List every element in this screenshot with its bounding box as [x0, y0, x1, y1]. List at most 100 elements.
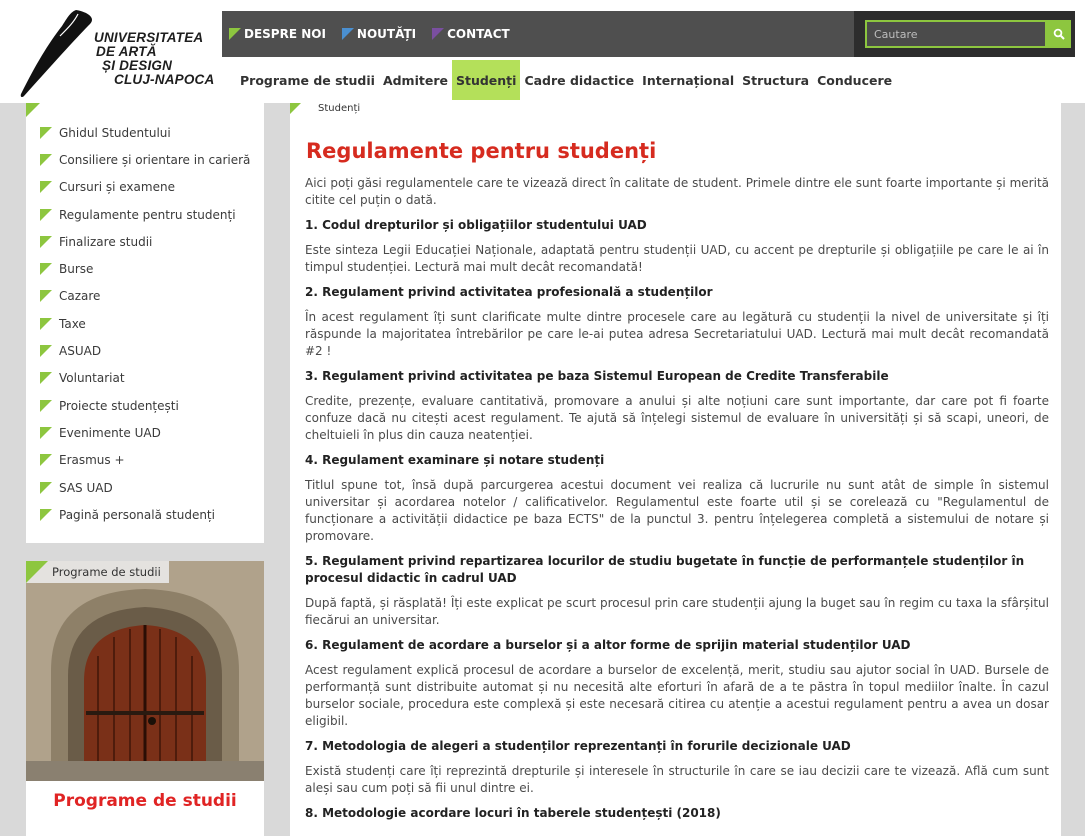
nav-structura[interactable]: Structura	[738, 60, 813, 100]
flag-icon	[40, 426, 52, 439]
section-text: În acest regulament îți sunt clarificate…	[305, 310, 1049, 358]
sidebar-item-label: Cazare	[59, 289, 101, 304]
sidebar-item-label: Finalizare studii	[59, 234, 153, 249]
logo-line: DE ARTĂ	[96, 44, 157, 59]
sidebar-item-label: Evenimente UAD	[59, 425, 161, 440]
sidebar-item-label: Erasmus +	[59, 453, 125, 468]
sidebar-item-proiecte[interactable]: Proiecte studențești	[40, 392, 250, 419]
sidebar-item-label: ASUAD	[59, 344, 102, 359]
search-area	[854, 11, 1075, 57]
site-header: UNIVERSITATEA DE ARTĂ ȘI DESIGN CLUJ-NAP…	[0, 0, 1085, 103]
flag-icon	[40, 399, 52, 412]
sidebar-item-taxe[interactable]: Taxe	[40, 310, 250, 337]
nav-programe-de-studii[interactable]: Programe de studii	[236, 60, 379, 100]
section-text: După faptă, și răsplată! Îți este explic…	[305, 596, 1049, 627]
flag-icon	[40, 153, 52, 166]
sidebar-item-label: Cursuri și examene	[59, 180, 175, 195]
sidebar-item-label: Ghidul Studentului	[59, 125, 171, 140]
flag-icon	[40, 208, 52, 221]
corner-flag-icon	[290, 103, 301, 114]
logo-line: UNIVERSITATEA	[94, 30, 204, 45]
section-heading-link[interactable]: 2. Regulament privind activitatea profes…	[305, 284, 1049, 301]
search-input[interactable]	[865, 20, 1047, 48]
sidebar-item-label: SAS UAD	[59, 480, 113, 495]
section-text: Titlul spune tot, însă după parcurgerea …	[305, 478, 1049, 543]
nav-admitere[interactable]: Admitere	[379, 60, 452, 100]
flag-icon	[40, 235, 52, 248]
flag-icon	[40, 263, 52, 276]
sidebar-item-label: Burse	[59, 262, 94, 277]
flag-icon	[40, 290, 52, 303]
sidebar-item-regulamente[interactable]: Regulamente pentru studenți	[40, 201, 250, 228]
section-text: Acest regulament explică procesul de aco…	[305, 663, 1049, 728]
sidebar-item-sas-uad[interactable]: SAS UAD	[40, 474, 250, 501]
promo-programe[interactable]: Programe de studii Programe de studii	[26, 561, 264, 836]
sidebar: Ghidul Studentului Consiliere și orienta…	[26, 103, 264, 543]
top-link-noutati[interactable]: NOUTĂȚI	[341, 27, 417, 41]
main-nav: Programe de studii Admitere Studenți Cad…	[236, 60, 896, 100]
promo-tag-label: Programe de studii	[52, 565, 161, 579]
promo-tag: Programe de studii	[26, 561, 169, 583]
page-title: Regulamente pentru studenți	[306, 139, 657, 163]
main-content: Studenți Regulamente pentru studenți Aic…	[290, 103, 1061, 836]
section-text: Credite, prezențe, evaluare cantitativă,…	[305, 394, 1049, 442]
section-heading-link[interactable]: 5. Regulament privind repartizarea locur…	[305, 553, 1049, 587]
sidebar-item-label: Pagină personală studenți	[59, 507, 215, 522]
flag-icon	[40, 181, 52, 194]
flag-icon	[40, 317, 52, 330]
breadcrumb[interactable]: Studenți	[318, 103, 360, 114]
flag-icon	[229, 28, 241, 40]
top-links: DESPRE NOI NOUTĂȚI CONTACT	[229, 11, 526, 57]
sidebar-item-evenimente[interactable]: Evenimente UAD	[40, 419, 250, 446]
sidebar-menu: Ghidul Studentului Consiliere și orienta…	[40, 119, 250, 528]
sidebar-item-burse[interactable]: Burse	[40, 255, 250, 282]
sidebar-item-ghidul-studentului[interactable]: Ghidul Studentului	[40, 119, 250, 146]
top-link-contact[interactable]: CONTACT	[432, 27, 510, 41]
corner-flag-icon	[26, 561, 48, 583]
nav-studenti[interactable]: Studenți	[451, 60, 521, 100]
intro-paragraph: Aici poți găsi regulamentele care te viz…	[305, 176, 1049, 207]
promo-title-link[interactable]: Programe de studii	[26, 791, 264, 811]
logo-text: UNIVERSITATEA DE ARTĂ ȘI DESIGN CLUJ-NAP…	[94, 31, 214, 87]
corner-flag-icon	[26, 103, 40, 117]
nav-conducere[interactable]: Conducere	[813, 60, 896, 100]
top-link-label: NOUTĂȚI	[356, 27, 417, 41]
top-link-label: DESPRE NOI	[244, 27, 326, 41]
door-photo	[26, 561, 264, 781]
sidebar-item-finalizare-studii[interactable]: Finalizare studii	[40, 228, 250, 255]
nav-international[interactable]: Internațional	[638, 60, 738, 100]
search-button[interactable]	[1047, 20, 1071, 48]
flag-icon	[40, 126, 52, 139]
sidebar-item-label: Regulamente pentru studenți	[59, 207, 236, 222]
top-link-despre-noi[interactable]: DESPRE NOI	[229, 27, 326, 41]
section-heading-link[interactable]: 3. Regulament privind activitatea pe baz…	[305, 368, 1049, 385]
flag-icon	[40, 481, 52, 494]
sidebar-item-asuad[interactable]: ASUAD	[40, 337, 250, 364]
logo-line: ȘI DESIGN	[102, 58, 173, 73]
section-text: Există studenți care îți reprezintă drep…	[305, 764, 1049, 795]
flag-icon	[341, 28, 354, 40]
sidebar-item-pagina-personala[interactable]: Pagină personală studenți	[40, 501, 250, 528]
flag-icon	[432, 28, 445, 40]
sidebar-item-label: Proiecte studențești	[59, 398, 179, 413]
section-heading-link[interactable]: 7. Metodologia de alegeri a studenților …	[305, 738, 1049, 755]
sidebar-item-label: Consiliere și orientare in carieră	[59, 152, 251, 167]
nav-cadre-didactice[interactable]: Cadre didactice	[520, 60, 638, 100]
sidebar-item-cursuri[interactable]: Cursuri și examene	[40, 174, 250, 201]
flag-icon	[40, 345, 52, 358]
search-icon	[1053, 28, 1065, 40]
university-logo[interactable]: UNIVERSITATEA DE ARTĂ ȘI DESIGN CLUJ-NAP…	[18, 8, 233, 100]
section-text: Este sinteza Legii Educației Naționale, …	[305, 243, 1049, 274]
section-heading-link[interactable]: 8. Metodologie acordare locuri în tabere…	[305, 805, 1049, 822]
article-body: Aici poți găsi regulamentele care te viz…	[305, 175, 1049, 830]
section-heading-link[interactable]: 1. Codul drepturilor și obligațiilor stu…	[305, 217, 1049, 234]
section-heading-link[interactable]: 6. Regulament de acordare a burselor și …	[305, 637, 1049, 654]
flag-icon	[40, 454, 52, 467]
sidebar-item-voluntariat[interactable]: Voluntariat	[40, 365, 250, 392]
sidebar-item-erasmus[interactable]: Erasmus +	[40, 447, 250, 474]
sidebar-item-consiliere[interactable]: Consiliere și orientare in carieră	[40, 146, 250, 173]
sidebar-item-cazare[interactable]: Cazare	[40, 283, 250, 310]
sidebar-item-label: Voluntariat	[59, 371, 125, 386]
section-heading-link[interactable]: 4. Regulament examinare și notare studen…	[305, 452, 1049, 469]
sidebar-item-label: Taxe	[59, 316, 86, 331]
